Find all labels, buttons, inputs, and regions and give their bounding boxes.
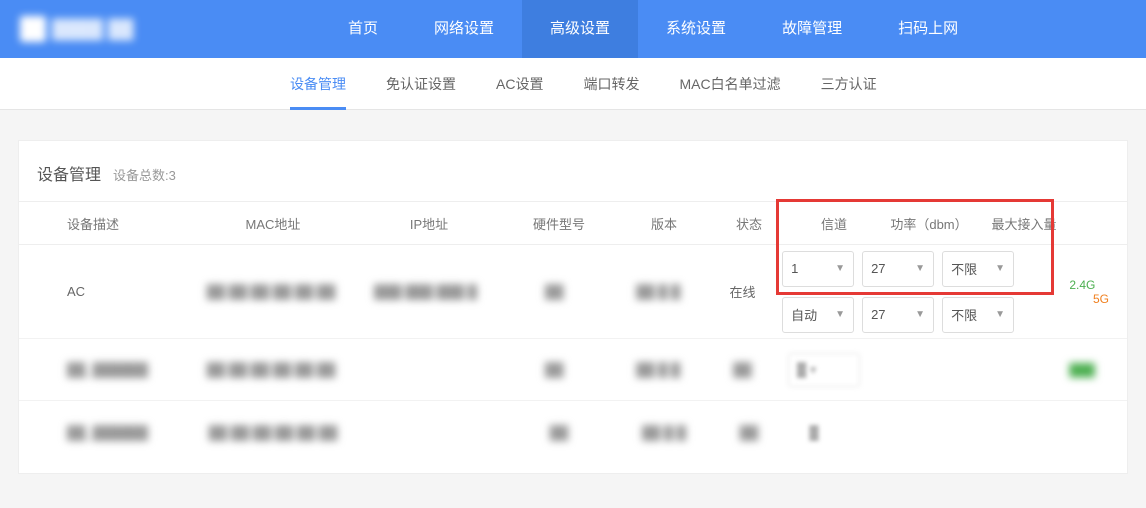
power-select-5g[interactable]: 27 ▼: [862, 297, 934, 333]
band-5g-label: 5G: [1069, 292, 1109, 306]
channel-value: █: [795, 415, 833, 449]
panel-title: 设备管理: [37, 161, 101, 185]
cell-status: ██: [703, 362, 782, 377]
band-labels: 2.4G 5G: [1059, 278, 1109, 306]
table-header-row: 设备描述 MAC地址 IP地址 硬件型号 版本 状态 信道 功率（dbm） 最大…: [19, 201, 1127, 245]
nav-advanced[interactable]: 高级设置: [522, 0, 638, 58]
subtab-port-fwd[interactable]: 端口转发: [583, 58, 639, 110]
cell-hw: ██: [495, 284, 614, 299]
table-row: ██_██████ ██ ██ ██ ██ ██ ██ ██ ██ █ █ ██…: [19, 401, 1127, 463]
subtab-device-mgmt[interactable]: 设备管理: [290, 58, 346, 110]
nav-system[interactable]: 系统设置: [638, 0, 754, 58]
subtab-mac-whitelist[interactable]: MAC白名单过滤: [679, 58, 780, 110]
sub-nav: 设备管理 免认证设置 AC设置 端口转发 MAC白名单过滤 三方认证: [0, 58, 1146, 110]
nav-fault[interactable]: 故障管理: [754, 0, 870, 58]
channel-select[interactable]: █ ▾: [788, 353, 860, 387]
cell-desc: ██_██████: [37, 362, 186, 377]
cell-hw: ██: [499, 425, 619, 440]
nav-home[interactable]: 首页: [320, 0, 406, 58]
select-value: 自动: [791, 305, 817, 324]
cell-mac: ██ ██ ██ ██ ██ ██: [187, 425, 359, 440]
col-hw: 硬件型号: [499, 214, 619, 233]
cell-hw: ██: [495, 362, 614, 377]
table-row: ██_██████ ██ ██ ██ ██ ██ ██ ██ ██ █ █ ██…: [19, 339, 1127, 401]
cell-ver: ██ █ █: [619, 425, 709, 440]
channel-select-24g[interactable]: 1 ▼: [782, 251, 854, 287]
content-panel: 设备管理 设备总数:3 设备描述 MAC地址 IP地址 硬件型号 版本 状态 信…: [18, 140, 1128, 474]
col-status: 状态: [709, 214, 789, 233]
col-power: 功率（dbm）: [879, 214, 979, 233]
nav-qr[interactable]: 扫码上网: [870, 0, 986, 58]
cell-desc: AC: [37, 284, 186, 299]
cell-status: 在线: [703, 282, 782, 301]
power-select-24g[interactable]: 27 ▼: [862, 251, 934, 287]
subtab-ac[interactable]: AC设置: [496, 58, 543, 110]
top-nav-tabs: 首页 网络设置 高级设置 系统设置 故障管理 扫码上网: [320, 0, 986, 58]
subtab-3rd-auth[interactable]: 三方认证: [821, 58, 877, 110]
top-nav: ████ ██ 首页 网络设置 高级设置 系统设置 故障管理 扫码上网: [0, 0, 1146, 58]
cell-ip: ███ ███ ███ █: [356, 284, 495, 299]
logo: ████ ██: [20, 14, 170, 44]
cell-ver: ██ █ █: [614, 362, 703, 377]
band-tag: ███: [1069, 363, 1095, 377]
max-select-5g[interactable]: 不限 ▼: [942, 297, 1014, 333]
cell-desc: ██_██████: [37, 425, 187, 440]
chevron-down-icon: ▼: [835, 263, 845, 274]
chevron-down-icon: ▼: [915, 309, 925, 320]
cell-ver: ██ █ █: [614, 284, 703, 299]
col-ip: IP地址: [359, 214, 499, 233]
band-24g-label: 2.4G: [1069, 278, 1109, 292]
panel-header: 设备管理 设备总数:3: [19, 141, 1127, 201]
select-value: 不限: [951, 259, 977, 278]
chevron-down-icon: ▼: [915, 263, 925, 274]
select-value: 27: [871, 307, 885, 322]
select-value: 1: [791, 261, 798, 276]
col-mac: MAC地址: [187, 214, 359, 233]
select-value: 27: [871, 261, 885, 276]
table-row: AC ██ ██ ██ ██ ██ ██ ███ ███ ███ █ ██ ██…: [19, 245, 1127, 339]
col-chan: 信道: [789, 214, 879, 233]
select-value: 不限: [951, 305, 977, 324]
cell-status: ██: [709, 425, 789, 440]
device-count: 设备总数:3: [113, 165, 176, 184]
col-desc: 设备描述: [37, 214, 187, 233]
chevron-down-icon: ▼: [995, 309, 1005, 320]
cell-mac: ██ ██ ██ ██ ██ ██: [186, 284, 356, 299]
chevron-down-icon: ▼: [995, 263, 1005, 274]
max-select-24g[interactable]: 不限 ▼: [942, 251, 1014, 287]
channel-select-5g[interactable]: 自动 ▼: [782, 297, 854, 333]
col-ver: 版本: [619, 214, 709, 233]
nav-network[interactable]: 网络设置: [406, 0, 522, 58]
subtab-no-auth[interactable]: 免认证设置: [386, 58, 456, 110]
chevron-down-icon: ▼: [835, 309, 845, 320]
cell-mac: ██ ██ ██ ██ ██ ██: [186, 362, 356, 377]
col-max: 最大接入量: [979, 214, 1069, 233]
